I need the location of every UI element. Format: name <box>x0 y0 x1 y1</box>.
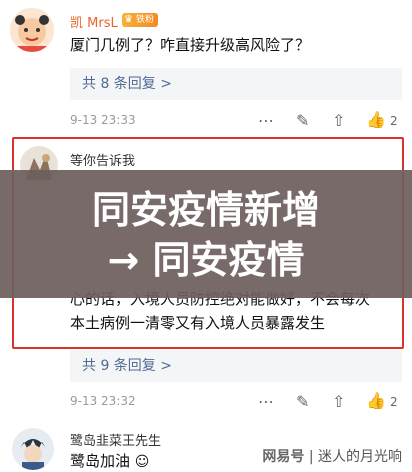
watermark: 网易号 | 迷人的月光响 <box>262 446 402 466</box>
watermark-text: | 迷人的月光响 <box>308 449 402 465</box>
smile-emoji-icon: ☺ <box>134 454 150 470</box>
avatar[interactable] <box>10 8 54 52</box>
like-icon[interactable]: 👍 <box>366 392 386 410</box>
comment-username[interactable]: 鹭岛韭菜王先生 <box>70 430 161 449</box>
avatar-image <box>12 428 54 470</box>
reply-icon[interactable]: ⋯ <box>258 393 274 411</box>
comment-text: 厦门几例了？咋直接升级高风险了？ <box>70 36 311 54</box>
comment-time: 9-13 23:32 <box>70 394 136 408</box>
crown-icon: ♛ <box>124 14 133 25</box>
comment-username[interactable]: 等你告诉我 <box>70 150 135 169</box>
edit-reply-icon[interactable]: ✎ <box>296 393 309 411</box>
like-count: 2 <box>390 114 398 128</box>
like-icon[interactable]: 👍 <box>366 111 386 129</box>
view-replies-link[interactable]: 共 9 条回复 > <box>70 350 402 382</box>
reply-icon[interactable]: ⋯ <box>258 112 274 130</box>
fan-badge: ♛ 铁粉 <box>122 13 159 27</box>
comment-username[interactable]: 凯 MrsL <box>70 12 118 31</box>
comment-text-line: 本土病例一清零又有入境人员暴露发生 <box>70 314 326 332</box>
view-replies-link[interactable]: 共 8 条回复 > <box>70 68 402 100</box>
avatar-image <box>10 8 54 52</box>
edit-reply-icon[interactable]: ✎ <box>296 112 309 130</box>
comment-text: 鹭岛加油 ☺ <box>70 450 149 472</box>
comment-time: 9-13 23:33 <box>70 113 136 127</box>
badge-label: 铁粉 <box>136 15 155 25</box>
share-icon[interactable]: ⇧ <box>332 393 345 411</box>
share-icon[interactable]: ⇧ <box>332 112 345 130</box>
overlay-title-line2: → 同安疫情 <box>107 238 305 282</box>
like-count: 2 <box>390 395 398 409</box>
overlay-title-line1: 同安疫情新增 <box>91 188 320 232</box>
comment-item: 凯 MrsL ♛ 铁粉 厦门几例了？咋直接升级高风险了？ 共 8 条回复 > 9… <box>0 0 412 135</box>
avatar[interactable] <box>12 428 54 470</box>
comment-text-value: 鹭岛加油 <box>70 452 131 470</box>
watermark-logo: 网易号 <box>262 449 305 465</box>
title-overlay: 同安疫情新增 → 同安疫情 <box>0 170 412 298</box>
